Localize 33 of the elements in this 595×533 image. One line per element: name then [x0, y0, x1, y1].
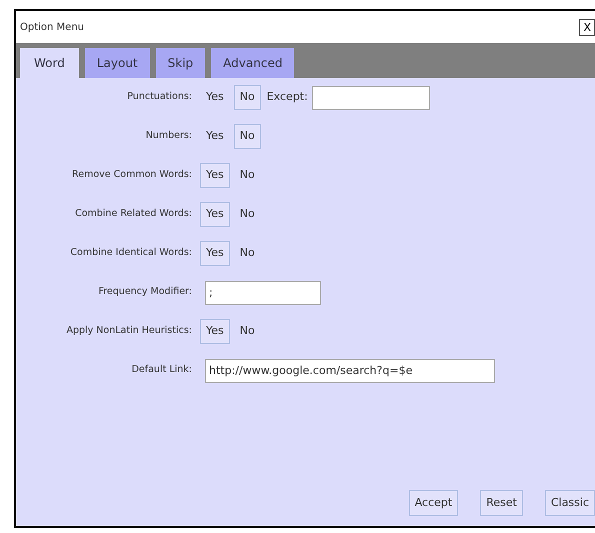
dialog-button[interactable]: Classic — [544, 490, 595, 516]
option-toggle[interactable]: No — [234, 85, 261, 110]
option-toggle[interactable]: Yes — [200, 85, 230, 110]
tab[interactable]: Word — [20, 48, 79, 78]
setting-label: Apply NonLatin Heuristics: — [65, 324, 193, 338]
option-toggle[interactable]: Yes — [200, 202, 230, 227]
setting-label: Frequency Modifier: — [97, 285, 193, 300]
option-toggle[interactable]: No — [234, 124, 261, 149]
text-field[interactable]: ; — [205, 280, 321, 304]
setting-label: Combine Identical Words: — [69, 246, 193, 260]
except-field[interactable] — [312, 86, 430, 110]
option-toggle[interactable]: No — [234, 163, 261, 188]
setting-label: Remove Common Words: — [71, 168, 193, 182]
tab[interactable]: Advanced — [211, 48, 294, 78]
setting-label: Numbers: — [144, 129, 193, 144]
dialog-button[interactable]: Reset — [480, 490, 523, 516]
close-button[interactable]: X — [579, 18, 595, 36]
option-toggle[interactable]: No — [234, 319, 261, 344]
option-toggle[interactable]: Yes — [200, 124, 230, 149]
option-toggle[interactable]: Yes — [200, 163, 230, 188]
option-toggle[interactable]: No — [234, 241, 261, 266]
dialog-button[interactable]: Accept — [408, 490, 458, 516]
option-toggle[interactable]: Yes — [200, 241, 230, 266]
except-label: Except: — [266, 89, 308, 106]
tab[interactable]: Skip — [156, 48, 206, 78]
setting-label: Combine Related Words: — [74, 207, 193, 222]
window-title: Option Menu — [20, 20, 84, 34]
setting-label: Default Link: — [130, 363, 193, 378]
setting-label: Punctuations: — [126, 90, 193, 104]
text-field[interactable]: http://www.google.com/search?q=$e — [205, 358, 495, 382]
option-toggle[interactable]: Yes — [200, 319, 230, 344]
option-toggle[interactable]: No — [234, 202, 261, 227]
tab[interactable]: Layout — [84, 48, 150, 78]
